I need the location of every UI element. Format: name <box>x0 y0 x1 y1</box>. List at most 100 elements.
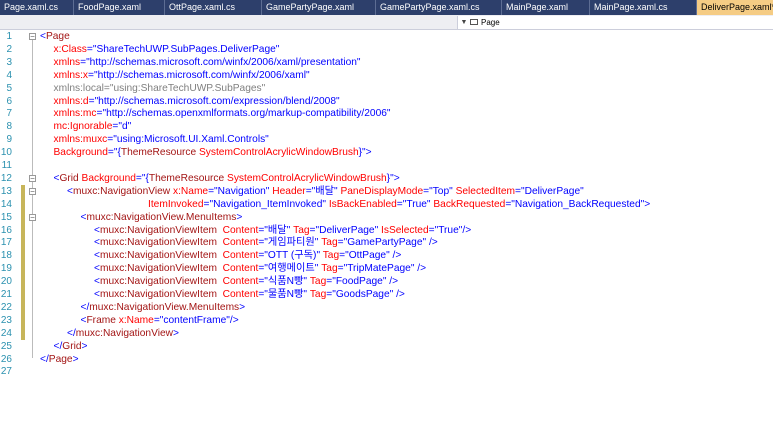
code-line[interactable]: 25 </Grid> <box>0 340 773 353</box>
code-line[interactable]: 23 <Frame x:Name="contentFrame"/> <box>0 313 773 327</box>
code-text: <Frame x:Name="contentFrame"/> <box>81 314 239 327</box>
tab-page-xaml-cs[interactable]: Page.xaml.cs <box>0 0 74 15</box>
code-line[interactable]: 12 − <Grid Background="{ThemeResource Syst… <box>0 172 773 185</box>
line-number: 1 <box>6 31 12 42</box>
code-text: </Page> <box>40 353 79 366</box>
collapse-icon[interactable]: − <box>29 33 36 41</box>
line-number: 12 <box>0 172 12 184</box>
tab-gamepartypage-xaml-cs[interactable]: GamePartyPage.xaml.cs <box>376 0 502 15</box>
code-text: xmlns:d="http://schemas.microsoft.com/ex… <box>54 95 340 108</box>
code-token: ="True" <box>396 198 431 210</box>
line-number: 8 <box>6 121 12 133</box>
code-line[interactable]: 8 mc:Ignorable="d" <box>0 120 773 133</box>
code-token: ="DeliverPage" <box>309 224 379 236</box>
code-token: ="OttPage" /> <box>339 250 402 262</box>
line-number: 18 <box>0 250 12 262</box>
line-number: 6 <box>6 95 12 107</box>
code-token: "ShareTechUWP.SubPages.DeliverPage" <box>92 43 280 55</box>
tab-mainpage-xaml[interactable]: MainPage.xaml <box>502 0 590 15</box>
code-text: ItemInvoked="Navigation_ItemInvoked" IsB… <box>148 198 650 211</box>
code-text: <muxc:NavigationViewItem Content="배달" Ta… <box>94 224 471 237</box>
code-text: x:Class="ShareTechUWP.SubPages.DeliverPa… <box>54 43 280 56</box>
code-line[interactable]: 11 <box>0 159 773 172</box>
code-token: ="Top" <box>423 185 453 197</box>
code-line[interactable]: 27 <box>0 365 773 378</box>
modified-line-marker <box>21 197 25 211</box>
code-line[interactable]: 21 <muxc:NavigationViewItem Content="물품N빵… <box>0 288 773 301</box>
code-token: ="여행메이트" <box>258 263 319 275</box>
code-line[interactable]: 13 − <muxc:NavigationView x:Name="Navigati… <box>0 184 773 198</box>
line-number: 22 <box>0 301 12 313</box>
tab-gamepartypage-xaml[interactable]: GamePartyPage.xaml <box>262 0 376 15</box>
code-token: muxc:NavigationView.MenuItems <box>86 211 237 223</box>
code-token: IsBackEnabled <box>325 198 397 210</box>
code-token: muxc:NavigationViewItem <box>99 276 217 288</box>
code-line[interactable]: 20 <muxc:NavigationViewItem Content="식품N빵… <box>0 275 773 289</box>
code-line[interactable]: 2 x:Class="ShareTechUWP.SubPages.DeliverP… <box>0 43 773 56</box>
collapse-icon[interactable]: − <box>29 187 36 195</box>
code-text: <muxc:NavigationViewItem Content="OTT (구… <box>94 249 401 262</box>
code-line[interactable]: 10 Background="{ThemeResource SystemContr… <box>0 146 773 159</box>
code-line[interactable]: 22 </muxc:NavigationView.MenuItems> <box>0 300 773 314</box>
code-token: Background <box>78 172 136 184</box>
modified-line-marker <box>21 184 25 198</box>
code-line[interactable]: 5 xmlns:local="using:ShareTechUWP.SubPage… <box>0 82 773 95</box>
code-line[interactable]: 4 xmlns:x="http://schemas.microsoft.com/w… <box>0 69 773 82</box>
element-label: Page <box>481 18 500 27</box>
code-line[interactable]: 1 − <Page <box>0 30 773 43</box>
tab-foodpage-xaml[interactable]: FoodPage.xaml <box>74 0 165 15</box>
code-token: ItemInvoked <box>148 198 204 210</box>
code-token: ="게임파티원" <box>258 237 319 249</box>
code-line[interactable]: 15 − <muxc:NavigationView.MenuItems> <box>0 210 773 224</box>
code-line[interactable]: 24 </muxc:NavigationView> <box>0 326 773 340</box>
code-editor[interactable]: 1− <Page 2 x:Class="ShareTechUWP.SubPages.D… <box>0 30 773 448</box>
code-token: muxc:NavigationViewItem <box>99 224 217 236</box>
chevron-down-icon[interactable]: ▼ <box>459 16 469 29</box>
code-line[interactable]: 6 xmlns:d="http://schemas.microsoft.com/e… <box>0 95 773 108</box>
code-line[interactable]: 26 </Page> <box>0 353 773 366</box>
code-token: ="GamePartyPage" /> <box>337 237 438 249</box>
code-token: Content <box>216 276 259 288</box>
code-token: ="OTT (구독)" <box>258 250 321 262</box>
code-token: Content <box>216 237 259 249</box>
code-token: Content <box>216 250 259 262</box>
code-token: ="True"/> <box>428 224 472 236</box>
line-number: 4 <box>6 69 12 81</box>
line-number: 25 <box>0 340 12 352</box>
tab-deliverpage-xaml[interactable]: DeliverPage.xaml* <box>697 0 773 15</box>
code-token: xmlns <box>53 56 81 68</box>
code-token: </ <box>40 353 49 365</box>
code-line[interactable]: 14 ItemInvoked="Navigation_ItemInvoked" I… <box>0 197 773 211</box>
code-line[interactable]: 16 <muxc:NavigationViewItem Content="배달" … <box>0 223 773 237</box>
code-token: </ <box>53 340 63 352</box>
code-token: "http://schemas.microsoft.com/expression… <box>94 95 340 107</box>
code-token: Content <box>216 224 259 236</box>
code-text: mc:Ignorable="d" <box>54 120 132 133</box>
document-tab-bar: Page.xaml.cs FoodPage.xaml OttPage.xaml.cs… <box>0 0 773 15</box>
line-number: 9 <box>6 134 12 146</box>
code-line[interactable]: 9 xmlns:muxc="using:Microsoft.UI.Xaml.Con… <box>0 133 773 146</box>
collapse-icon[interactable]: − <box>29 213 36 221</box>
code-token: x:Class <box>53 43 87 55</box>
code-token: xmlns:d <box>53 95 89 107</box>
code-line[interactable]: 19 <muxc:NavigationViewItem Content="여행메이… <box>0 262 773 276</box>
code-line[interactable]: 17 <muxc:NavigationViewItem Content="게임파티… <box>0 236 773 250</box>
tab-ottpage-xaml-cs[interactable]: OttPage.xaml.cs <box>165 0 262 15</box>
code-token: ="Navigation" <box>208 185 270 197</box>
code-line[interactable]: 3 xmlns="http://schemas.microsoft.com/win… <box>0 56 773 69</box>
code-token: mc:Ignorable <box>53 121 113 133</box>
code-token: muxc:NavigationViewItem <box>99 263 217 275</box>
line-number: 17 <box>0 237 12 249</box>
code-token: Background <box>53 147 108 159</box>
code-line[interactable]: 18 <muxc:NavigationViewItem Content="OTT … <box>0 249 773 263</box>
code-token: > <box>236 211 243 223</box>
code-line[interactable]: 7 xmlns:mc="http://schemas.openxmlformats… <box>0 107 773 120</box>
element-dropdown[interactable]: ▼ Page <box>457 16 773 29</box>
code-token: > <box>72 353 79 365</box>
code-token: Content <box>216 263 259 275</box>
collapse-icon[interactable]: − <box>29 174 36 182</box>
line-number: 2 <box>6 43 12 55</box>
code-token: muxc:NavigationViewItem <box>99 250 217 262</box>
tab-mainpage-xaml-cs[interactable]: MainPage.xaml.cs <box>590 0 697 15</box>
code-token: Grid <box>59 172 79 184</box>
